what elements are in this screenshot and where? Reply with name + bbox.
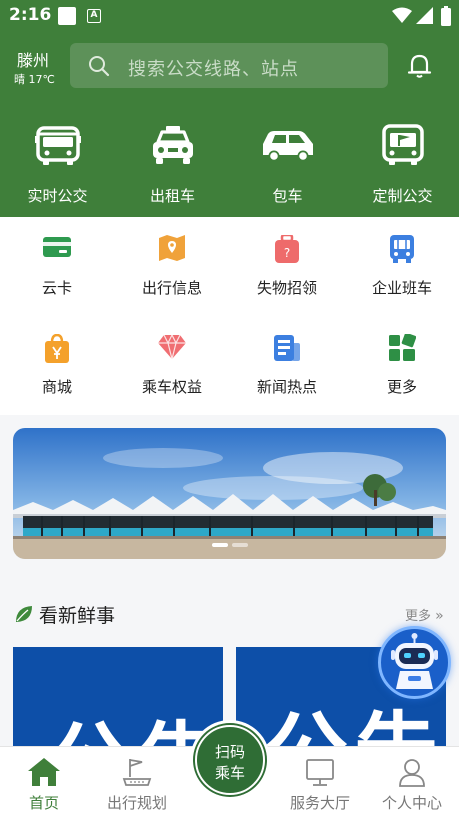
scan-label-line1: 扫码 — [214, 743, 245, 761]
luggage-icon: ? — [275, 235, 299, 263]
shuttle-icon — [390, 235, 414, 263]
weather-text: 晴 17℃ — [14, 73, 55, 86]
news-card[interactable]: 公告 — [13, 647, 223, 757]
nav-realtime-bus[interactable]: 实时公交 — [0, 118, 115, 217]
grid-mall-label: 商城 — [41, 378, 72, 396]
tab-profile-label: 个人中心 — [381, 794, 442, 812]
tab-profile[interactable]: 个人中心 — [368, 747, 456, 817]
grid-travel-info[interactable]: 出行信息 — [115, 217, 229, 297]
tab-service-hall[interactable]: 服务大厅 — [276, 747, 364, 817]
signal-icon — [416, 7, 433, 24]
scan-button-inner: 扫码 乘车 — [195, 725, 265, 795]
robot-icon — [391, 633, 438, 689]
nav-charter-label: 包车 — [272, 187, 303, 205]
scan-to-ride-button[interactable]: 扫码 乘车 — [190, 720, 270, 800]
news-more-label: 更多 — [405, 609, 432, 624]
nav-realtime-bus-label: 实时公交 — [27, 187, 88, 205]
search-placeholder: 搜索公交线路、站点 — [128, 59, 299, 80]
grid-ride-benefits[interactable]: 乘车权益 — [115, 316, 229, 396]
main-nav: 实时公交 出租车 包车 定制公交 — [0, 118, 459, 217]
nav-taxi[interactable]: 出租车 — [115, 118, 230, 217]
svg-text:?: ? — [284, 246, 290, 260]
search-icon — [89, 56, 110, 77]
nav-taxi-label: 出租车 — [149, 187, 195, 205]
card-icon — [43, 237, 71, 257]
notification-square-icon — [58, 7, 76, 25]
robot-assistant-button[interactable] — [378, 626, 451, 699]
custom-bus-icon — [381, 124, 424, 165]
status-bar: 2:16 A — [0, 0, 459, 32]
grid-cloud-card[interactable]: 云卡 — [0, 217, 114, 297]
double-chevron-right-icon: » — [435, 608, 444, 624]
banner-dot — [231, 543, 248, 547]
home-icon — [28, 758, 60, 786]
news-icon — [274, 335, 300, 361]
nav-custom-bus[interactable]: 定制公交 — [345, 118, 459, 217]
tab-trip-planning[interactable]: 出行规划 — [93, 747, 181, 817]
grid-more[interactable]: 更多 — [345, 316, 459, 396]
map-icon — [159, 235, 185, 261]
diamond-icon — [158, 334, 186, 360]
city-selector[interactable]: 滕州 — [17, 47, 49, 71]
grid-cloud-card-label: 云卡 — [41, 279, 72, 297]
grid-news-label: 新闻热点 — [256, 378, 317, 396]
more-grid-icon — [389, 334, 416, 361]
battery-icon — [441, 6, 451, 26]
notification-a-icon: A — [87, 9, 101, 23]
grid-enterprise-shuttle-label: 企业班车 — [371, 279, 432, 297]
nav-custom-bus-label: 定制公交 — [372, 187, 433, 205]
grid-news[interactable]: 新闻热点 — [230, 316, 344, 396]
scan-label-line2: 乘车 — [214, 764, 245, 782]
service-hall-icon — [306, 759, 334, 786]
banner-dot-active — [211, 543, 228, 547]
news-more-link[interactable]: 更多 » — [405, 605, 444, 624]
news-section-title: 看新鲜事 — [39, 605, 116, 627]
grid-ride-benefits-label: 乘车权益 — [141, 378, 202, 396]
user-icon — [399, 759, 425, 787]
grid-more-label: 更多 — [386, 378, 417, 396]
bell-icon[interactable] — [406, 52, 433, 79]
taxi-icon — [152, 126, 193, 164]
grid-lost-found[interactable]: ? 失物招领 — [230, 217, 344, 297]
shopping-bag-icon — [45, 334, 69, 363]
route-plan-icon — [122, 759, 152, 786]
leaf-icon — [16, 606, 32, 622]
grid-travel-info-label: 出行信息 — [141, 279, 202, 297]
wifi-icon — [392, 7, 412, 23]
tab-trip-planning-label: 出行规划 — [106, 794, 167, 812]
banner-carousel[interactable] — [13, 428, 446, 559]
tab-home[interactable]: 首页 — [0, 747, 88, 817]
header: 滕州 晴 17℃ 搜索公交线路、站点 实时公交 出租车 包车 定制公交 — [0, 32, 459, 217]
bus-icon — [34, 126, 81, 165]
grid-enterprise-shuttle[interactable]: 企业班车 — [345, 217, 459, 297]
tab-home-label: 首页 — [28, 794, 59, 812]
service-grid: 云卡 出行信息 ? 失物招领 企业班车 商城 乘车权益 新闻热点 更多 — [0, 217, 459, 415]
charter-car-icon — [262, 131, 313, 162]
grid-lost-found-label: 失物招领 — [256, 279, 317, 297]
grid-mall[interactable]: 商城 — [0, 316, 114, 396]
nav-charter[interactable]: 包车 — [230, 118, 345, 217]
tab-service-hall-label: 服务大厅 — [289, 794, 350, 812]
search-bar[interactable]: 搜索公交线路、站点 — [70, 43, 388, 88]
status-time: 2:16 — [9, 5, 52, 25]
banner-dots — [13, 532, 446, 551]
